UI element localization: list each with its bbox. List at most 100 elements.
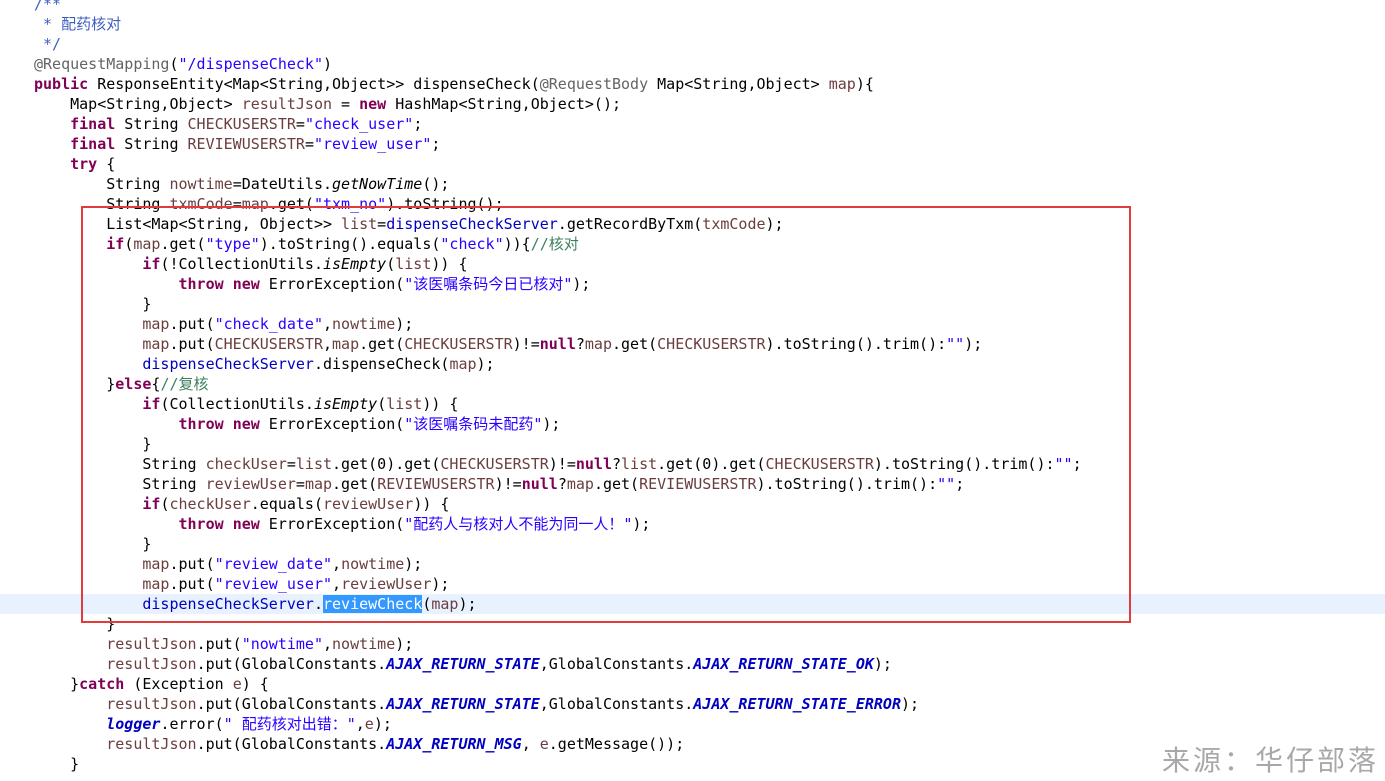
code-token: "nowtime"	[241, 635, 323, 653]
code-line[interactable]: if(!CollectionUtils.isEmpty(list)) {	[0, 254, 1385, 274]
code-token: .put(	[169, 575, 215, 593]
code-token: "review_user"	[214, 575, 333, 593]
code-token: "check_user"	[304, 115, 414, 133]
code-token: e	[364, 715, 374, 733]
code-line[interactable]: @RequestMapping("/dispenseCheck")	[0, 54, 1385, 74]
code-token: ();	[422, 175, 450, 193]
code-token: .getRecordByTxm(	[557, 215, 703, 233]
code-line[interactable]: resultJson.put("nowtime",nowtime);	[0, 634, 1385, 654]
code-token: ""	[937, 475, 956, 493]
code-line[interactable]: map.put("check_date",nowtime);	[0, 314, 1385, 334]
code-line[interactable]: throw new ErrorException("该医嘱条码未配药");	[0, 414, 1385, 434]
code-token: HashMap<String,Object>();	[386, 95, 622, 113]
code-token: new	[359, 95, 387, 113]
code-token: REVIEWUSERSTR	[187, 135, 305, 153]
code-token: (	[377, 395, 387, 413]
code-line[interactable]: String checkUser=list.get(0).get(CHECKUS…	[0, 454, 1385, 474]
code-line[interactable]: final String REVIEWUSERSTR="review_user"…	[0, 134, 1385, 154]
code-line[interactable]: resultJson.put(GlobalConstants.AJAX_RETU…	[0, 654, 1385, 674]
code-line[interactable]: */	[0, 34, 1385, 54]
code-line[interactable]: }else{//复核	[0, 374, 1385, 394]
code-line[interactable]: resultJson.put(GlobalConstants.AJAX_RETU…	[0, 694, 1385, 714]
code-token: isEmpty	[323, 255, 387, 273]
code-token: );	[373, 715, 392, 733]
code-token: list	[621, 455, 658, 473]
code-token: AJAX_RETURN_STATE	[386, 655, 540, 673]
code-line[interactable]: map.put("review_date",nowtime);	[0, 554, 1385, 574]
code-token: .get(	[160, 235, 206, 253]
code-token: e	[232, 675, 242, 693]
code-token: )){	[503, 235, 531, 253]
code-token: dispenseCheckServer	[142, 595, 314, 613]
code-token: null	[575, 455, 612, 473]
code-line[interactable]: * 配药核对	[0, 14, 1385, 34]
code-token: reviewUser	[205, 475, 296, 493]
code-token: ""	[946, 335, 965, 353]
code-token: =	[377, 215, 387, 233]
code-token: map	[431, 595, 459, 613]
code-line[interactable]: throw new ErrorException("该医嘱条码今日已核对");	[0, 274, 1385, 294]
code-token: */	[34, 35, 62, 53]
code-line[interactable]: Map<String,Object> resultJson = new Hash…	[0, 94, 1385, 114]
code-token: )!=	[494, 475, 522, 493]
code-token: .error(	[160, 715, 224, 733]
code-line[interactable]: if(checkUser.equals(reviewUser)) {	[0, 494, 1385, 514]
code-token: ,	[355, 715, 365, 733]
code-token: ,	[332, 555, 342, 573]
code-line[interactable]: public ResponseEntity<Map<String,Object>…	[0, 74, 1385, 94]
code-token: checkUser	[169, 495, 251, 513]
code-line[interactable]: String reviewUser=map.get(REVIEWUSERSTR)…	[0, 474, 1385, 494]
code-token: map	[584, 335, 612, 353]
code-token: ;	[431, 135, 441, 153]
code-line[interactable]: final String CHECKUSERSTR="check_user";	[0, 114, 1385, 134]
code-token: list	[341, 215, 378, 233]
code-line[interactable]: }	[0, 294, 1385, 314]
code-line[interactable]: dispenseCheckServer.dispenseCheck(map);	[0, 354, 1385, 374]
code-line[interactable]: }catch (Exception e) {	[0, 674, 1385, 694]
code-line[interactable]: }	[0, 614, 1385, 634]
code-line[interactable]: }	[0, 434, 1385, 454]
code-token: ,GlobalConstants.	[539, 655, 694, 673]
code-token: }	[34, 295, 152, 313]
code-line[interactable]: List<Map<String, Object>> list=dispenseC…	[0, 214, 1385, 234]
code-token: ,	[323, 335, 333, 353]
code-token: new	[232, 515, 260, 533]
code-line[interactable]: logger.error(" 配药核对出错：",e);	[0, 714, 1385, 734]
code-token: (CollectionUtils.	[160, 395, 314, 413]
code-token: ,	[332, 575, 342, 593]
code-token: ,	[521, 735, 540, 753]
code-token: else	[115, 375, 152, 393]
code-line[interactable]: String nowtime=DateUtils.getNowTime();	[0, 174, 1385, 194]
code-line[interactable]: map.put("review_user",reviewUser);	[0, 574, 1385, 594]
code-token: ResponseEntity<Map<String,Object>> dispe…	[88, 75, 540, 93]
code-token: =	[332, 95, 360, 113]
code-token: )!=	[512, 335, 540, 353]
code-line[interactable]: map.put(CHECKUSERSTR,map.get(CHECKUSERST…	[0, 334, 1385, 354]
code-token: REVIEWUSERSTR	[377, 475, 495, 493]
code-token: if	[142, 395, 161, 413]
code-token: );	[901, 695, 920, 713]
code-token: "type"	[205, 235, 260, 253]
code-token: );	[873, 655, 892, 673]
code-token: CHECKUSERSTR	[657, 335, 766, 353]
code-token: .dispenseCheck(	[313, 355, 450, 373]
code-token: ).toString().equals(	[259, 235, 441, 253]
code-line[interactable]: throw new ErrorException("配药人与核对人不能为同一人！…	[0, 514, 1385, 534]
code-token: ErrorException(	[259, 275, 405, 293]
code-line[interactable]: dispenseCheckServer.reviewCheck(map);	[0, 594, 1385, 614]
code-token: CHECKUSERSTR	[404, 335, 513, 353]
code-line[interactable]: }	[0, 534, 1385, 554]
code-token: AJAX_RETURN_STATE_OK	[693, 655, 874, 673]
code-token: .put(	[169, 335, 215, 353]
code-line[interactable]: if(map.get("type").toString().equals("ch…	[0, 234, 1385, 254]
code-line[interactable]: try {	[0, 154, 1385, 174]
code-token: (Exception	[124, 675, 233, 693]
code-line[interactable]: /**	[0, 0, 1385, 14]
code-line[interactable]: if(CollectionUtils.isEmpty(list)) {	[0, 394, 1385, 414]
code-line[interactable]: String txmCode=map.get("txm_no").toStrin…	[0, 194, 1385, 214]
code-editor[interactable]: /** * 配药核对 */@RequestMapping("/dispenseC…	[0, 0, 1385, 781]
